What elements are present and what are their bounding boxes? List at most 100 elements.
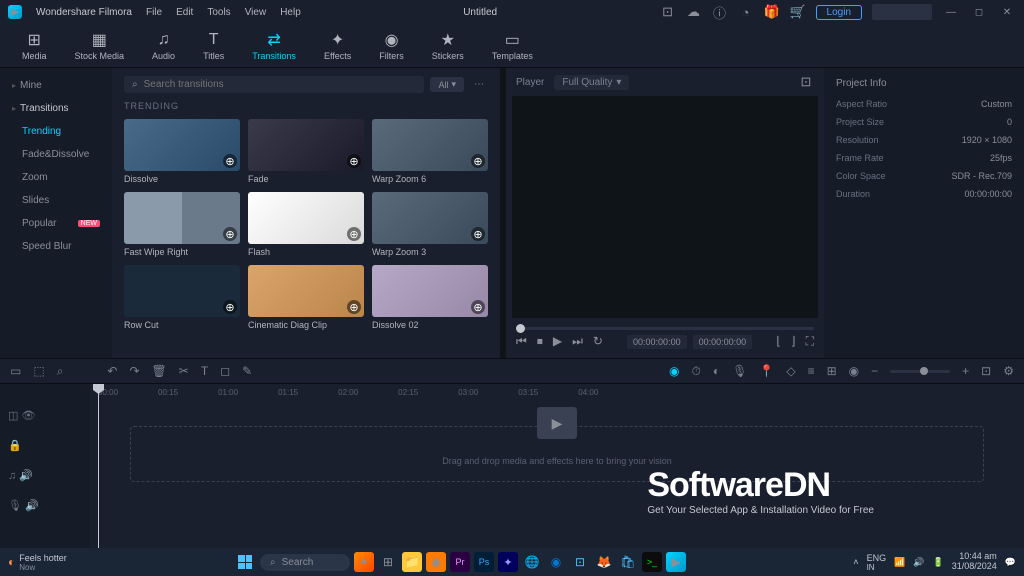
minimize-button[interactable]: —: [942, 3, 960, 21]
tray-clock[interactable]: 10:44 am31/08/2024: [952, 552, 997, 572]
app-photoshop[interactable]: Ps: [474, 552, 494, 572]
search-input[interactable]: [144, 79, 417, 90]
marker-icon[interactable]: 📍: [759, 364, 774, 378]
thumb-item[interactable]: Dissolve: [124, 119, 240, 184]
tool-media[interactable]: ⊞Media: [12, 29, 57, 63]
track-mic[interactable]: 🎙 🔊: [0, 490, 90, 520]
track-lock[interactable]: 🔒: [0, 430, 90, 460]
fit-icon[interactable]: ⊡: [981, 364, 991, 378]
edit-icon[interactable]: ✎: [242, 364, 252, 378]
render-icon[interactable]: ◉: [849, 364, 859, 378]
prev-frame-icon[interactable]: ⏮: [516, 334, 527, 349]
app-store[interactable]: 🛍: [618, 552, 638, 572]
tray-lang[interactable]: ENGIN: [867, 553, 887, 572]
thumb-item[interactable]: Cinematic Diag Clip: [248, 265, 364, 330]
settings-icon[interactable]: ⚙: [1003, 364, 1014, 378]
tool-titles[interactable]: TTitles: [193, 29, 234, 63]
sidebar-mine[interactable]: Mine: [0, 74, 112, 97]
track-video[interactable]: ◫ 👁: [0, 400, 90, 430]
sidebar-item-popular[interactable]: PopularNEW: [0, 212, 112, 235]
help-icon[interactable]: ⓘ: [712, 4, 728, 20]
magnet-icon[interactable]: ⌕: [57, 364, 64, 379]
timeline-dropzone[interactable]: ▶ Drag and drop media and effects here t…: [130, 426, 984, 482]
zoom-slider[interactable]: [890, 370, 950, 373]
text-icon[interactable]: T: [201, 364, 208, 378]
taskbar-weather[interactable]: ◐ Feels hotterNow: [8, 553, 67, 572]
sidebar-item-slides[interactable]: Slides: [0, 189, 112, 212]
tool-effects[interactable]: ✦Effects: [314, 29, 361, 63]
cart-icon[interactable]: 🛒: [790, 4, 806, 20]
snapshot-icon[interactable]: ⊡: [798, 74, 814, 90]
app-photos[interactable]: ⊡: [570, 552, 590, 572]
play-icon[interactable]: ▶: [553, 334, 562, 349]
undo-icon[interactable]: ↶: [107, 364, 117, 378]
app-after[interactable]: ✦: [498, 552, 518, 572]
tray-battery-icon[interactable]: 🔋: [933, 557, 944, 568]
sidebar-item-fade[interactable]: Fade&Dissolve: [0, 143, 112, 166]
crop-icon[interactable]: ◻: [220, 364, 230, 378]
select-icon[interactable]: ⬚: [33, 364, 44, 378]
sidebar-item-trending[interactable]: Trending: [0, 120, 112, 143]
thumb-item[interactable]: Warp Zoom 6: [372, 119, 488, 184]
filter-all[interactable]: All▾: [430, 77, 464, 92]
app-taskview[interactable]: ⊞: [378, 552, 398, 572]
split-icon[interactable]: ✂: [179, 364, 189, 378]
preview-player-tab[interactable]: Player: [516, 77, 544, 88]
start-button[interactable]: [234, 551, 256, 573]
hl-icon[interactable]: ◉: [669, 364, 679, 378]
mark-in-icon[interactable]: ⌊: [776, 334, 781, 349]
menu-edit[interactable]: Edit: [176, 7, 193, 18]
fullscreen-icon[interactable]: ⛶: [806, 334, 814, 349]
thumb-item[interactable]: Warp Zoom 3: [372, 192, 488, 257]
next-frame-icon[interactable]: ⏭: [572, 334, 583, 349]
menu-file[interactable]: File: [146, 7, 162, 18]
menu-view[interactable]: View: [245, 7, 267, 18]
menu-help[interactable]: Help: [280, 7, 301, 18]
maximize-button[interactable]: ◻: [970, 3, 988, 21]
titlebar-search[interactable]: [872, 4, 932, 20]
screen-icon[interactable]: ⊡: [660, 4, 676, 20]
thumb-item[interactable]: Dissolve 02: [372, 265, 488, 330]
playhead[interactable]: [98, 384, 99, 548]
sidebar-item-zoom[interactable]: Zoom: [0, 166, 112, 189]
thumb-item[interactable]: Flash: [248, 192, 364, 257]
pointer-icon[interactable]: ▭: [10, 364, 21, 378]
notif-icon[interactable]: ◔: [738, 4, 754, 20]
sidebar-transitions[interactable]: Transitions: [0, 97, 112, 120]
taskbar-search[interactable]: ⌕Search: [260, 554, 350, 571]
transition-search[interactable]: ⌕: [124, 76, 424, 93]
speed-icon[interactable]: ⏱: [692, 364, 701, 379]
delete-icon[interactable]: 🗑: [152, 364, 167, 378]
mark-out-icon[interactable]: ⌋: [791, 334, 796, 349]
menu-tools[interactable]: Tools: [207, 7, 230, 18]
tray-notif-icon[interactable]: 💬: [1005, 557, 1016, 568]
close-button[interactable]: ✕: [998, 3, 1016, 21]
thumb-item[interactable]: Fade: [248, 119, 364, 184]
tool-audio[interactable]: ♫Audio: [142, 29, 185, 63]
color-icon[interactable]: ◐: [713, 364, 720, 378]
app-premiere[interactable]: Pr: [450, 552, 470, 572]
tool-filters[interactable]: ◉Filters: [369, 29, 414, 63]
app-explorer[interactable]: 📁: [402, 552, 422, 572]
app-firefox[interactable]: 🦊: [594, 552, 614, 572]
app-terminal[interactable]: >_: [642, 552, 662, 572]
tray-wifi-icon[interactable]: 📶: [894, 557, 905, 568]
thumb-item[interactable]: Row Cut: [124, 265, 240, 330]
app-chrome[interactable]: 🌐: [522, 552, 542, 572]
tray-chevron-icon[interactable]: ˄: [853, 557, 858, 567]
loop-icon[interactable]: ↻: [593, 334, 603, 349]
track-icon[interactable]: ≡: [808, 364, 815, 378]
preview-scrubber[interactable]: [516, 327, 814, 330]
tool-transitions[interactable]: ⇄Transitions: [242, 29, 306, 63]
redo-icon[interactable]: ↷: [129, 364, 139, 378]
voice-icon[interactable]: 🎙: [732, 364, 747, 378]
tray-volume-icon[interactable]: 🔊: [913, 557, 924, 568]
tool-templates[interactable]: ▭Templates: [482, 29, 543, 63]
zoom-out-icon[interactable]: −: [871, 364, 878, 378]
track-audio[interactable]: ♫ 🔊: [0, 460, 90, 490]
login-button[interactable]: Login: [816, 5, 862, 20]
app-edge[interactable]: ◉: [546, 552, 566, 572]
tool-stickers[interactable]: ★Stickers: [422, 29, 474, 63]
app-copilot[interactable]: ✦: [354, 552, 374, 572]
zoom-in-icon[interactable]: +: [962, 364, 969, 378]
